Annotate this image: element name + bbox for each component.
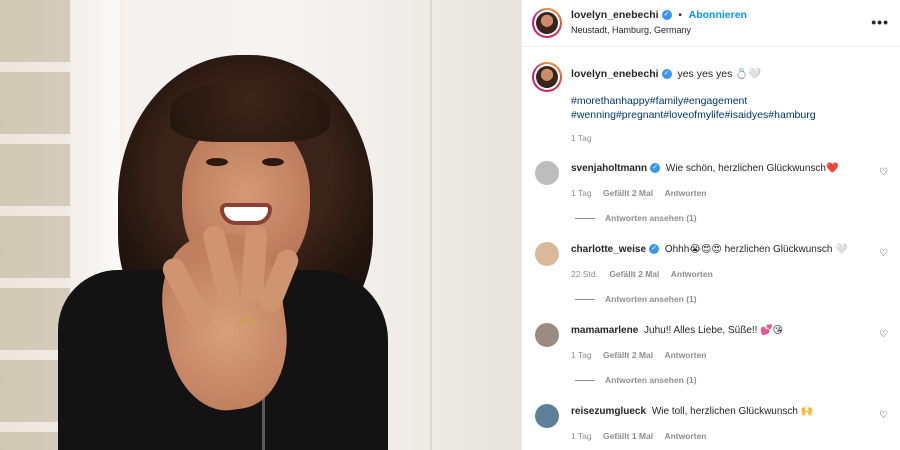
comment-timestamp[interactable]: 22 Std. [571,269,598,279]
reply-button[interactable]: Antworten [671,269,713,279]
comment-timestamp[interactable]: 1 Tag [571,188,592,198]
like-heart-icon[interactable]: ♡ [879,167,888,178]
commenter-avatar[interactable] [535,242,559,266]
like-heart-icon[interactable]: ♡ [879,329,888,340]
caption-text: yes yes yes 💍🤍 [677,68,762,80]
comment-username[interactable]: svenjaholtmann [571,163,647,174]
like-heart-icon[interactable]: ♡ [879,410,888,421]
view-replies-button[interactable]: Antworten ansehen (1) [575,375,697,385]
bangs [170,80,330,142]
commenter-avatar[interactable] [535,404,559,428]
more-options-icon[interactable]: ••• [871,14,889,30]
comment-username[interactable]: charlotte_weise [571,244,646,255]
comment-item: charlotte_weise ✓ Ohhh😭😍😍 herzlichen Glüc… [571,244,871,255]
comment-timestamp[interactable]: 1 Tag [571,431,592,441]
view-replies-button[interactable]: Antworten ansehen (1) [575,294,697,304]
comment-text: Ohhh😭😍😍 herzlichen Glückwunsch 🤍 [664,244,848,255]
view-replies-button[interactable]: Antworten ansehen (1) [575,213,697,223]
right-eye [262,158,284,166]
comment-likes[interactable]: Gefällt 1 Mal [603,431,653,441]
location-link[interactable]: Neustadt, Hamburg, Germany [571,25,691,35]
author-avatar[interactable] [532,8,562,38]
post-photo[interactable] [0,0,521,450]
verified-icon: ✓ [661,10,672,21]
comment-item: reisezumglueck Wie toll, herzlichen Glüc… [571,406,871,417]
caption: lovelyn_enebechi ✓ yes yes yes 💍🤍 [571,67,761,80]
commenter-avatar[interactable] [535,323,559,347]
caption-timestamp[interactable]: 1 Tag [571,133,592,143]
comment-likes[interactable]: Gefällt 2 Mal [609,269,659,279]
caption-username[interactable]: lovelyn_enebechi [571,68,659,80]
comment-timestamp[interactable]: 1 Tag [571,350,592,360]
hashtag-line[interactable]: #morethanhappy#family#engagement [571,94,861,108]
reply-button[interactable]: Antworten [664,431,706,441]
comment-username[interactable]: reisezumglueck [571,406,646,417]
verified-icon: ✓ [661,69,672,80]
smile [220,203,272,225]
post-header: lovelyn_enebechi ✓ • Abonnieren Neustadt,… [522,0,900,47]
wall-edge [430,0,432,450]
comment-item: mamamarlene Juhu!! Alles Liebe, Süße!! 💕… [571,325,871,336]
commenter-avatar[interactable] [535,161,559,185]
reply-button[interactable]: Antworten [664,188,706,198]
like-heart-icon[interactable]: ♡ [879,248,888,259]
verified-icon: ✓ [650,163,661,174]
left-eye [206,158,228,166]
comment-likes[interactable]: Gefällt 2 Mal [603,188,653,198]
engagement-ring [240,318,256,326]
separator-dot: • [678,10,682,21]
comment-text: Wie schön, herzlichen Glückwunsch❤️ [665,163,839,174]
reply-button[interactable]: Antworten [664,350,706,360]
author-username[interactable]: lovelyn_enebechi [571,9,659,21]
caption-hashtags: #morethanhappy#family#engagement #wennin… [571,94,861,122]
caption-avatar[interactable] [532,62,562,92]
comment-username[interactable]: mamamarlene [571,325,638,336]
verified-icon: ✓ [649,244,660,255]
comment-item: svenjaholtmann ✓ Wie schön, herzlichen Gl… [571,163,871,174]
comment-text: Juhu!! Alles Liebe, Süße!! 💕😘 [644,325,784,336]
follow-button[interactable]: Abonnieren [689,9,747,21]
comment-text: Wie toll, herzlichen Glückwunsch 🙌 [651,406,814,417]
hashtag-line[interactable]: #wenning#pregnant#loveofmylife#isaidyes#… [571,108,861,122]
post-details-panel: lovelyn_enebechi ✓ • Abonnieren Neustadt,… [521,0,900,450]
comment-likes[interactable]: Gefällt 2 Mal [603,350,653,360]
